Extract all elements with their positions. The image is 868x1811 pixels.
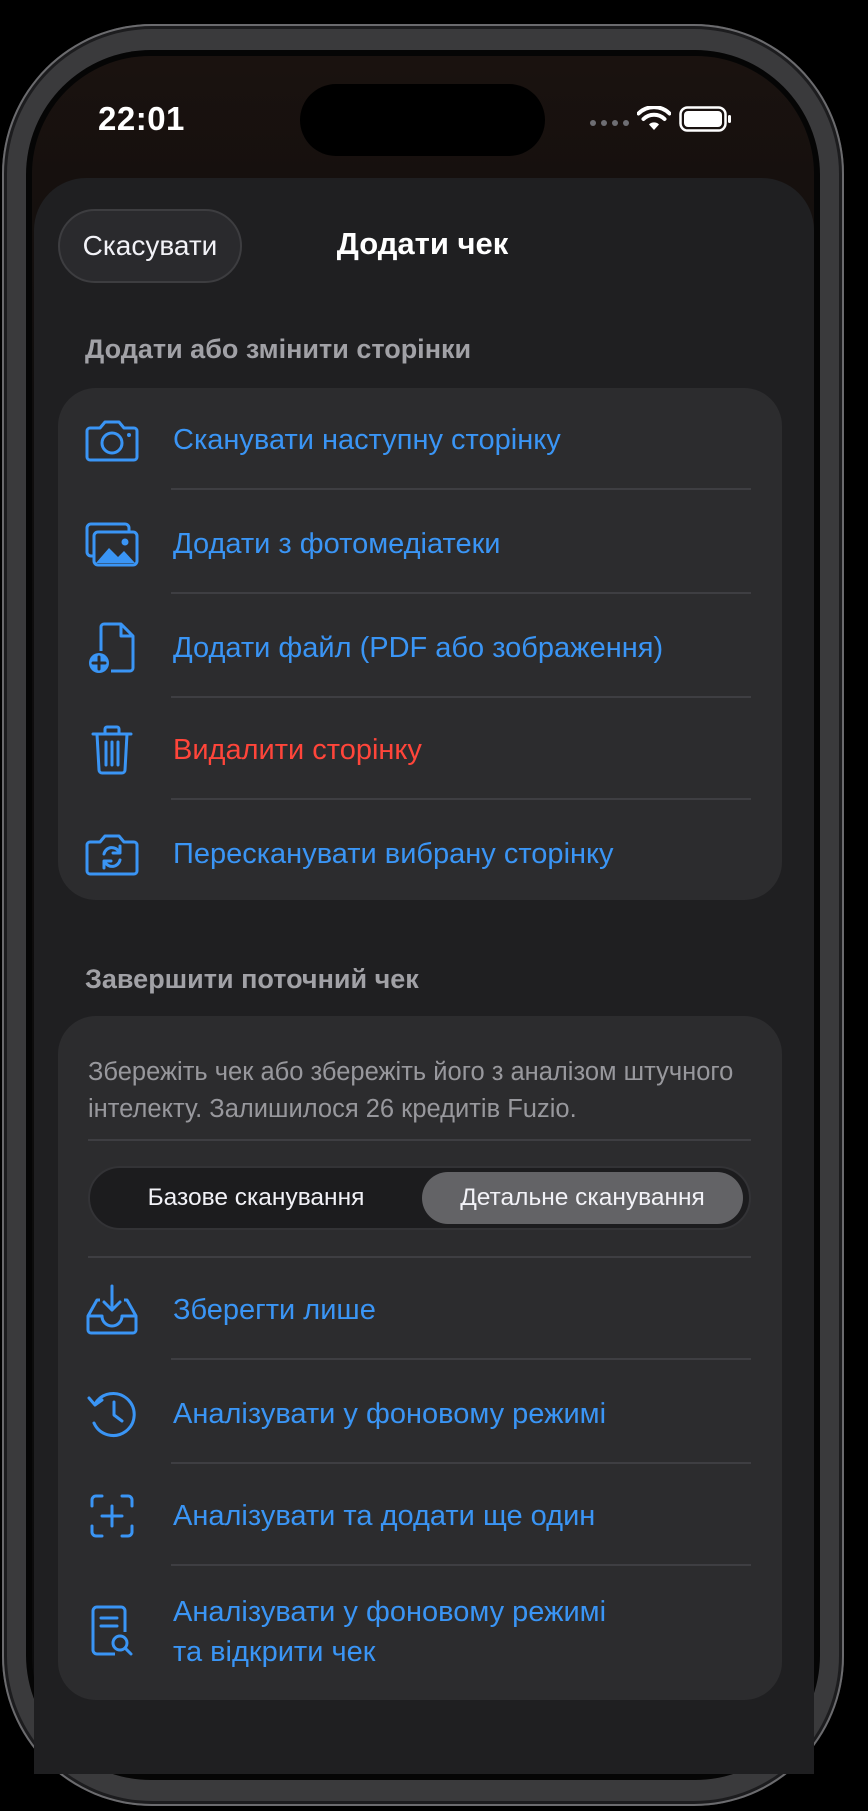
add-from-photos-row[interactable]: Додати з фотомедіатеки bbox=[58, 512, 782, 576]
add-file-icon bbox=[84, 620, 140, 676]
divider bbox=[171, 488, 751, 490]
divider bbox=[171, 1358, 751, 1360]
analyze-background-row[interactable]: Аналізувати у фоновому режимі bbox=[58, 1382, 782, 1446]
camera-icon bbox=[84, 412, 140, 468]
divider bbox=[171, 1462, 751, 1464]
analyze-add-another-row[interactable]: Аналізувати та додати ще один bbox=[58, 1484, 782, 1548]
detailed-scan-segment[interactable]: Детальне сканування bbox=[422, 1172, 743, 1224]
delete-page-label: Видалити сторінку bbox=[173, 734, 422, 766]
delete-page-row[interactable]: Видалити сторінку bbox=[58, 718, 782, 782]
add-file-row[interactable]: Додати файл (PDF або зображення) bbox=[58, 616, 782, 680]
divider bbox=[171, 592, 751, 594]
tray-download-icon bbox=[84, 1282, 140, 1338]
finish-description: Збережіть чек або збережіть його з аналі… bbox=[88, 1058, 734, 1123]
status-indicators bbox=[590, 104, 733, 134]
rescan-page-row[interactable]: Пересканувати вибрану сторінку bbox=[58, 822, 782, 886]
finish-section-header: Завершити поточний чек bbox=[85, 964, 419, 994]
dynamic-island bbox=[300, 84, 545, 156]
scan-plus-icon bbox=[84, 1488, 140, 1544]
cancel-button[interactable]: Скасувати bbox=[58, 209, 242, 283]
analyze-open-receipt-label: Аналізувати у фоновому режимі та відкрит… bbox=[173, 1592, 606, 1672]
divider bbox=[171, 1564, 751, 1566]
pages-section-header: Додати або змінити сторінки bbox=[85, 334, 472, 364]
analyze-open-receipt-line1: Аналізувати у фоновому режимі bbox=[173, 1596, 607, 1628]
finish-receipt-card: Збережіть чек або збережіть його з аналі… bbox=[58, 1016, 782, 1700]
add-from-photos-label: Додати з фотомедіатеки bbox=[173, 528, 501, 560]
basic-scan-segment[interactable]: Базове сканування bbox=[96, 1172, 416, 1224]
divider bbox=[88, 1256, 751, 1258]
clock-history-icon bbox=[84, 1386, 140, 1442]
sheet-title: Додати чек bbox=[336, 226, 509, 261]
cellular-signal-icon bbox=[590, 112, 629, 126]
wifi-icon bbox=[637, 106, 671, 130]
analyze-open-receipt-row[interactable]: Аналізувати у фоновому режимі та відкрит… bbox=[58, 1588, 782, 1678]
scan-next-page-row[interactable]: Сканувати наступну сторінку bbox=[58, 408, 782, 472]
doc-search-icon bbox=[84, 1604, 140, 1660]
camera-rotate-icon bbox=[84, 826, 140, 882]
divider bbox=[171, 696, 751, 698]
pages-actions-card: Сканувати наступну сторінку Додати з фот… bbox=[58, 388, 782, 900]
add-file-label: Додати файл (PDF або зображення) bbox=[173, 632, 664, 664]
trash-icon bbox=[84, 722, 140, 778]
analyze-background-label: Аналізувати у фоновому режимі bbox=[173, 1398, 607, 1430]
divider bbox=[88, 1139, 751, 1141]
save-only-label: Зберегти лише bbox=[173, 1294, 376, 1326]
scan-next-page-label: Сканувати наступну сторінку bbox=[173, 424, 561, 456]
photo-library-icon bbox=[84, 516, 140, 572]
scan-mode-segmented-control: Базове сканування Детальне сканування bbox=[88, 1166, 751, 1230]
battery-icon bbox=[679, 106, 731, 132]
analyze-open-receipt-line2: та відкрити чек bbox=[173, 1636, 376, 1668]
analyze-add-another-label: Аналізувати та додати ще один bbox=[173, 1500, 596, 1532]
save-only-row[interactable]: Зберегти лише bbox=[58, 1278, 782, 1342]
status-time: 22:01 bbox=[98, 100, 185, 137]
divider bbox=[171, 798, 751, 800]
rescan-page-label: Пересканувати вибрану сторінку bbox=[173, 838, 614, 870]
